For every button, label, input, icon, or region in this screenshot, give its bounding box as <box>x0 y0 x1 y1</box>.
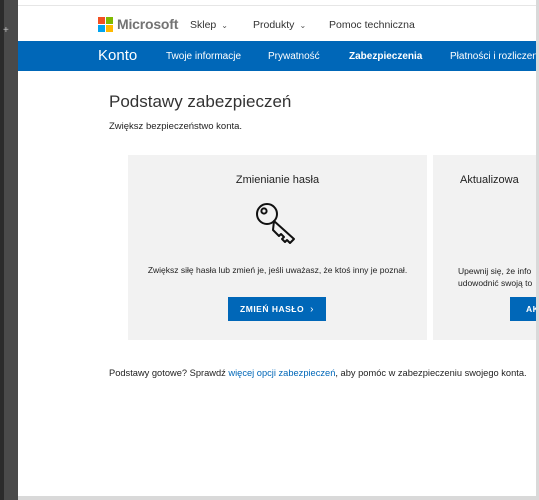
nav-sklep-label: Sklep <box>190 19 217 31</box>
chevron-down-icon: ⌄ <box>299 21 307 30</box>
key-icon <box>256 203 295 244</box>
window-bottom-edge <box>18 496 539 500</box>
nav-pomoc-techniczna[interactable]: Pomoc techniczna <box>329 19 415 31</box>
resize-cursor-icon: + <box>3 25 9 36</box>
more-security-options-link[interactable]: więcej opcji zabezpieczeń <box>228 368 335 378</box>
window-left-edge: + <box>0 0 18 500</box>
site-header: Microsoft Sklep ⌄ Produkty ⌄ Pomoc technic… <box>18 6 536 41</box>
nav-pomoc-label: Pomoc techniczna <box>329 19 415 31</box>
chevron-right-icon: › <box>310 304 314 315</box>
card-title: Zmienianie hasła <box>235 174 320 186</box>
footer-text-after: , aby pomóc w zabezpieczeniu swojego kon… <box>335 368 527 378</box>
nav-produkty-label: Produkty <box>253 19 295 31</box>
card-title: Aktualizowa <box>460 174 519 186</box>
window-left-edge-inner <box>0 0 4 500</box>
tab-twoje-informacje[interactable]: Twoje informacje <box>166 51 241 62</box>
card-description-line: Upewnij się, że info <box>458 266 532 276</box>
card-description: Upewnij się, że info udowodnić swoją to <box>458 265 532 289</box>
microsoft-logo-icon[interactable] <box>98 17 113 32</box>
nav-sklep[interactable]: Sklep ⌄ <box>190 19 228 31</box>
footer-text-before: Podstawy gotowe? Sprawdź <box>109 368 229 378</box>
tab-prywatnosc[interactable]: Prywatność <box>268 51 320 62</box>
update-info-button[interactable]: AK <box>510 297 536 321</box>
tab-platnosci-i-rozliczenia[interactable]: Płatności i rozliczenia <box>450 51 536 62</box>
account-title[interactable]: Konto <box>98 47 137 64</box>
chevron-down-icon: ⌄ <box>221 21 228 30</box>
update-info-label: AK <box>526 304 536 314</box>
change-password-label: ZMIEŃ HASŁO <box>240 304 305 314</box>
page-subtitle: Zwiększ bezpieczeństwo konta. <box>109 121 243 132</box>
tab-zabezpieczenia[interactable]: Zabezpieczenia <box>349 51 422 62</box>
nav-produkty[interactable]: Produkty ⌄ <box>253 19 306 31</box>
card-update-info: Aktualizowa Upewnij się, że info udowodn… <box>433 155 536 340</box>
brand-name[interactable]: Microsoft <box>117 16 178 32</box>
card-description-line: udowodnić swoją to <box>458 278 533 288</box>
page-title: Podstawy zabezpieczeń <box>109 92 292 111</box>
account-nav-bar: Konto Twoje informacje Prywatność Zabezp… <box>18 41 536 71</box>
card-change-password: Zmienianie hasła Zwiększ siłę hasła lub … <box>128 155 427 340</box>
card-description: Zwiększ siłę hasła lub zmień je, jeśli u… <box>147 265 408 275</box>
page: Microsoft Sklep ⌄ Produkty ⌄ Pomoc technic… <box>18 6 536 496</box>
footer-text: Podstawy gotowe? Sprawdź więcej opcji za… <box>109 368 527 378</box>
change-password-button[interactable]: ZMIEŃ HASŁO › <box>228 297 326 321</box>
